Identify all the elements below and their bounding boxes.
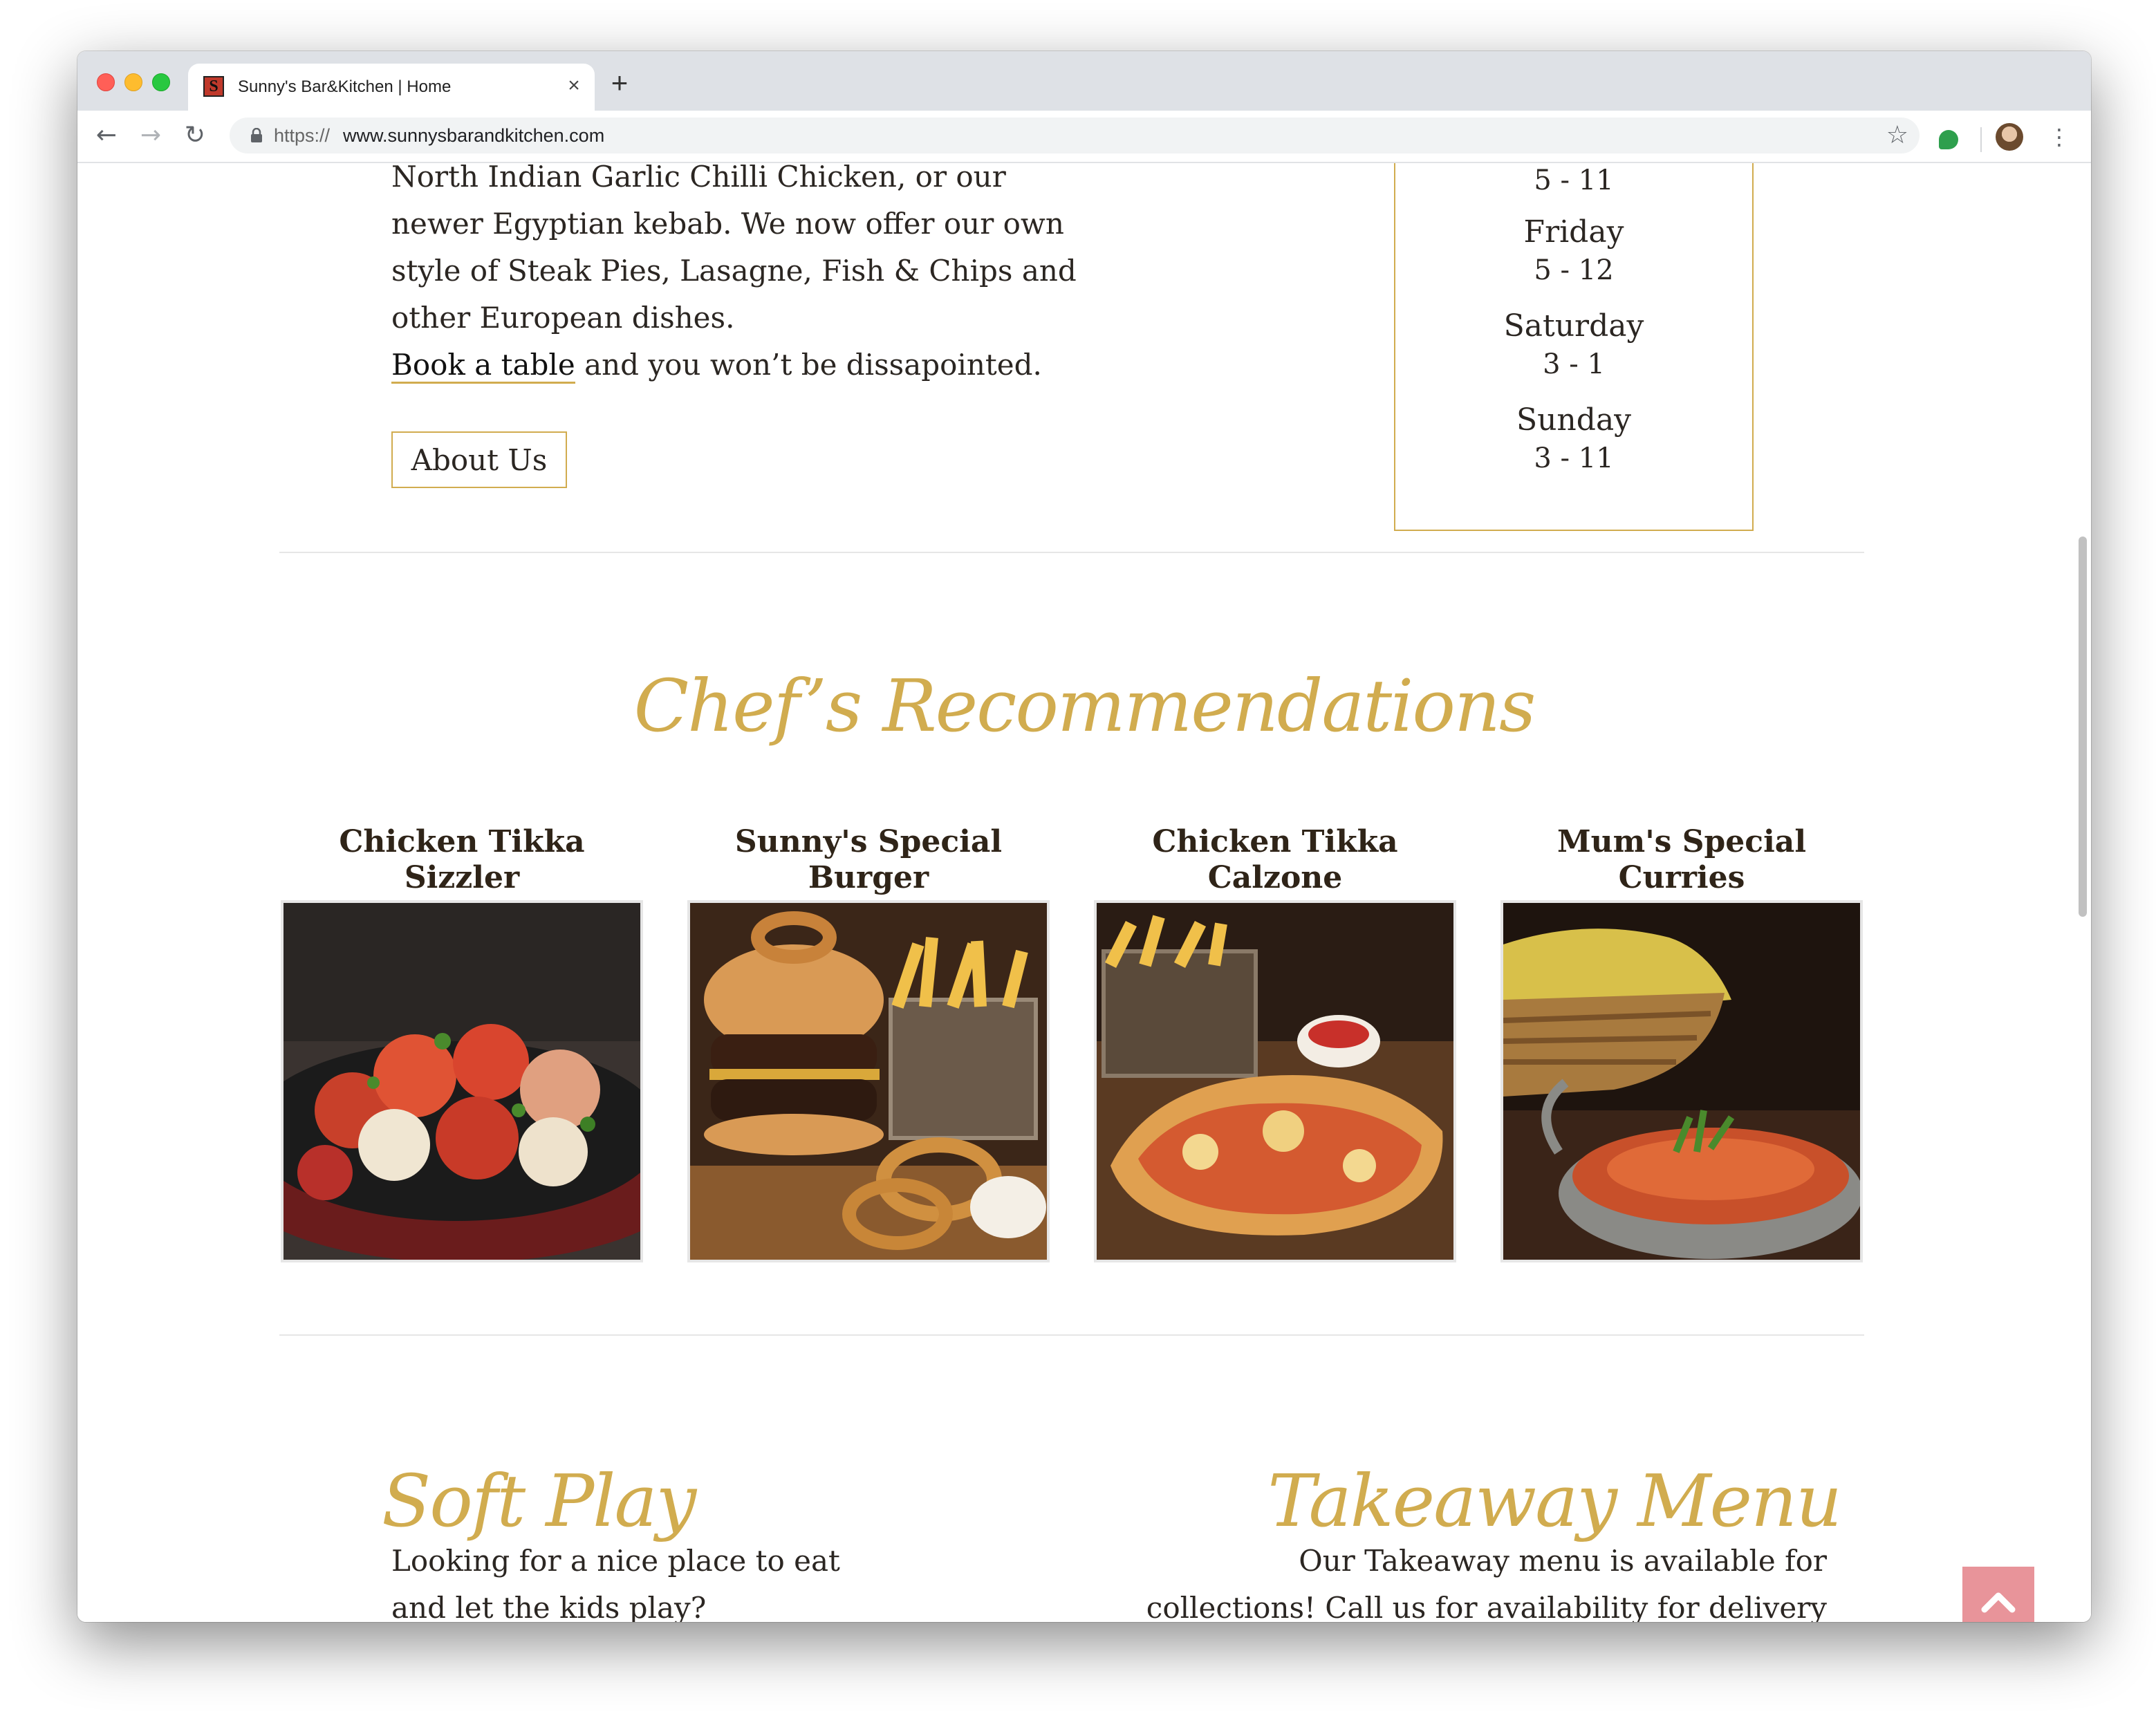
soft-play-line: Looking for a nice place to eat [391, 1544, 840, 1578]
dish-title: Chicken Tikka Calzone [1152, 824, 1398, 895]
takeaway-text: Our Takeaway menu is available for colle… [1011, 1538, 1827, 1622]
soft-play-line: and let the kids play? [391, 1591, 707, 1622]
tab-bar: S Sunny's Bar&Kitchen | Home × + [77, 51, 2091, 111]
hours-time: 5 - 12 [1534, 254, 1614, 286]
forward-arrow-icon[interactable]: → [136, 120, 166, 151]
minimize-window-button[interactable] [124, 73, 142, 91]
address-bar[interactable]: https:// www.sunnysbarandkitchen.com ☆ [230, 118, 1920, 153]
hours-entry: Sunday 3 - 11 [1395, 401, 1752, 477]
url-scheme: https:// [274, 125, 331, 146]
extension-icon[interactable] [1939, 130, 1958, 149]
intro-line: style of Steak Pies, Lasagne, Fish & Chi… [391, 254, 1077, 288]
intro-line: North Indian Garlic Chilli Chicken, or o… [391, 163, 1006, 194]
zoom-window-button[interactable] [152, 73, 170, 91]
intro-book-rest: and you won’t be dissapointed. [575, 348, 1042, 382]
hours-entry: Saturday 3 - 1 [1395, 307, 1752, 383]
soft-play-text: Looking for a nice place to eat and let … [391, 1538, 945, 1622]
takeaway-menu-heading: Takeaway Menu [1267, 1459, 1842, 1543]
takeaway-line: collections! Call us for availability fo… [1146, 1591, 1827, 1622]
page-viewport: North Indian Garlic Chilli Chicken, or o… [77, 163, 2091, 1622]
hours-day: Sunday [1516, 402, 1632, 438]
profile-avatar[interactable] [1996, 123, 2023, 151]
lock-icon [251, 128, 262, 142]
dish-title: Mum's Special Curries [1556, 824, 1807, 895]
site-favicon-icon: S [203, 76, 224, 97]
chevron-up-icon [1981, 1592, 2016, 1613]
dish-photo[interactable] [1500, 900, 1863, 1262]
chefs-recommendations-heading: Chef’s Recommendations [633, 664, 1536, 748]
url-host: www.sunnysbarandkitchen.com [343, 125, 605, 146]
burger-photo [690, 903, 1047, 1260]
browser-window: S Sunny's Bar&Kitchen | Home × + ← → ↻ h… [77, 51, 2091, 1622]
dish-photo[interactable] [281, 900, 643, 1262]
new-tab-icon[interactable]: + [606, 68, 633, 97]
section-divider [279, 552, 1864, 553]
dish-title: Sunny's Special Burger [734, 824, 1003, 895]
hours-time: 5 - 11 [1534, 165, 1614, 196]
bookmark-star-icon[interactable]: ☆ [1886, 122, 1908, 149]
hours-time: 3 - 1 [1543, 348, 1605, 380]
sizzler-photo [284, 903, 640, 1260]
dish-photo[interactable] [687, 900, 1050, 1262]
browser-toolbar: ← → ↻ https:// www.sunnysbarandkitchen.c… [77, 111, 2091, 163]
soft-play-heading: Soft Play [382, 1459, 696, 1543]
intro-book-line: Book a table and you won’t be dissapoint… [391, 342, 1083, 389]
hours-time: 3 - 11 [1534, 442, 1614, 474]
intro-line: newer Egyptian kebab. We now offer our o… [391, 207, 1064, 241]
about-us-button[interactable]: About Us [391, 431, 567, 488]
intro-text: North Indian Garlic Chilli Chicken, or o… [391, 163, 1083, 389]
takeaway-line: Our Takeaway menu is available for [1299, 1544, 1827, 1578]
hours-entry: Friday 5 - 12 [1395, 213, 1752, 289]
intro-line: other European dishes. [391, 301, 735, 335]
hours-day: Saturday [1503, 308, 1644, 344]
curry-photo [1503, 903, 1860, 1260]
dish-photo[interactable] [1094, 900, 1456, 1262]
more-menu-icon[interactable]: ⋮ [2048, 123, 2070, 151]
calzone-photo [1097, 903, 1453, 1260]
scrollbar-thumb[interactable] [2079, 537, 2087, 917]
opening-hours-box: 5 - 11 Friday 5 - 12 Saturday 3 - 1 Sund… [1394, 163, 1754, 531]
browser-tab[interactable]: S Sunny's Bar&Kitchen | Home × [188, 64, 595, 111]
close-tab-icon[interactable]: × [561, 73, 586, 98]
back-arrow-icon[interactable]: ← [91, 120, 122, 151]
section-divider [279, 1334, 1864, 1336]
scroll-to-top-button[interactable] [1962, 1567, 2034, 1622]
toolbar-separator [1980, 127, 1982, 152]
tab-title: Sunny's Bar&Kitchen | Home [238, 77, 452, 96]
reload-icon[interactable]: ↻ [180, 120, 210, 151]
hours-day: Friday [1523, 214, 1624, 250]
dish-title: Chicken Tikka Sizzler [339, 824, 585, 895]
hours-entry: 5 - 11 [1395, 163, 1752, 199]
book-a-table-link[interactable]: Book a table [391, 348, 575, 384]
close-window-button[interactable] [97, 73, 115, 91]
